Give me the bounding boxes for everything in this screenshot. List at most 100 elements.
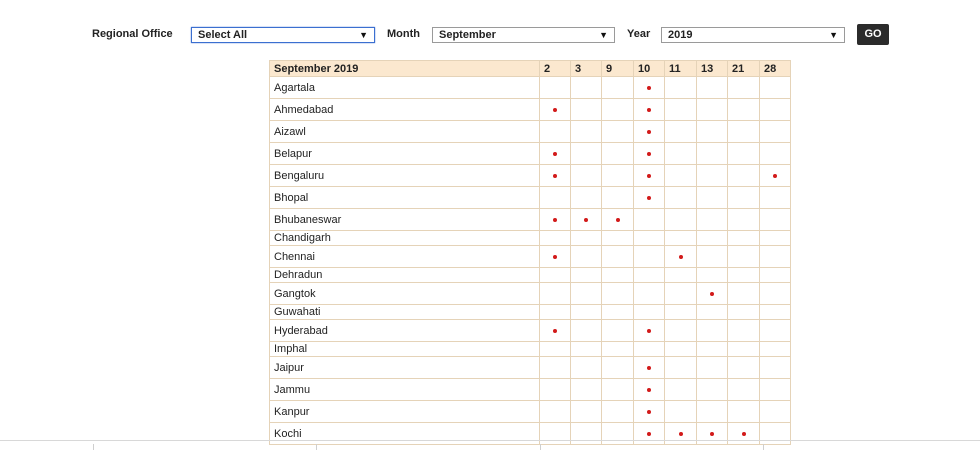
day-cell	[727, 282, 760, 305]
day-cell[interactable]	[633, 378, 665, 401]
event-dot-icon[interactable]	[710, 291, 714, 296]
event-dot-icon[interactable]	[615, 217, 620, 222]
event-dot-icon[interactable]	[553, 217, 557, 222]
day-cell[interactable]	[539, 164, 571, 187]
event-dot-icon[interactable]	[553, 107, 557, 112]
event-dot-icon[interactable]	[647, 173, 651, 178]
day-cell	[539, 120, 571, 143]
event-dot-icon[interactable]	[710, 431, 714, 436]
day-cell	[696, 319, 728, 342]
day-cell[interactable]	[759, 164, 791, 187]
event-dot-icon[interactable]	[647, 195, 651, 200]
event-dot-icon[interactable]	[678, 254, 683, 259]
day-cell[interactable]	[727, 422, 760, 445]
office-name: Jaipur	[269, 356, 540, 379]
office-name: Gangtok	[269, 282, 540, 305]
day-cell[interactable]	[696, 282, 728, 305]
day-cell	[696, 98, 728, 121]
day-cell[interactable]	[633, 164, 665, 187]
day-cell	[601, 282, 634, 305]
day-cell	[727, 319, 760, 342]
go-button[interactable]: GO	[857, 24, 889, 45]
event-dot-icon[interactable]	[647, 107, 651, 112]
calendar-table: September 2019 2 3 9 10 11 13 21 28 Agartala Ahm…	[269, 60, 791, 445]
event-dot-icon[interactable]	[647, 365, 651, 370]
day-cell	[759, 319, 791, 342]
day-cell[interactable]	[539, 142, 571, 165]
day-cell[interactable]	[539, 245, 571, 268]
event-dot-icon[interactable]	[553, 151, 557, 156]
event-dot-icon[interactable]	[647, 85, 651, 90]
month-select[interactable]: September ▼	[432, 27, 615, 43]
day-cell[interactable]	[633, 142, 665, 165]
office-name: Jammu	[269, 378, 540, 401]
day-cell	[570, 245, 602, 268]
day-cell[interactable]	[633, 319, 665, 342]
office-name: Bhubaneswar	[269, 208, 540, 231]
event-dot-icon[interactable]	[678, 431, 683, 436]
day-cell	[633, 267, 665, 283]
regional-office-select[interactable]: Select All ▼	[191, 27, 375, 43]
chevron-down-icon: ▼	[829, 30, 838, 40]
day-cell	[601, 245, 634, 268]
day-cell	[601, 230, 634, 246]
day-cell	[759, 230, 791, 246]
day-cell[interactable]	[633, 422, 665, 445]
year-select[interactable]: 2019 ▼	[661, 27, 845, 43]
office-name: Kanpur	[269, 400, 540, 423]
event-dot-icon[interactable]	[553, 173, 557, 178]
day-cell[interactable]	[633, 400, 665, 423]
event-dot-icon[interactable]	[647, 328, 651, 333]
day-cell[interactable]	[696, 422, 728, 445]
day-cell[interactable]	[539, 319, 571, 342]
day-cell[interactable]	[570, 208, 602, 231]
event-dot-icon[interactable]	[647, 409, 651, 414]
table-row: Kochi	[269, 422, 791, 445]
day-cell	[759, 304, 791, 320]
event-dot-icon[interactable]	[647, 129, 651, 134]
day-cell	[601, 267, 634, 283]
day-cell	[664, 304, 697, 320]
day-cell	[601, 142, 634, 165]
day-cell[interactable]	[539, 208, 571, 231]
day-cell	[664, 76, 697, 99]
table-row: Imphal	[269, 341, 791, 357]
day-cell[interactable]	[601, 208, 634, 231]
month-year-header: September 2019	[269, 60, 540, 77]
day-cell	[696, 245, 728, 268]
day-cell	[570, 356, 602, 379]
day-cell	[539, 267, 571, 283]
day-cell[interactable]	[664, 422, 697, 445]
office-name: Kochi	[269, 422, 540, 445]
table-row: Belapur	[269, 142, 791, 165]
event-dot-icon[interactable]	[553, 328, 557, 333]
day-cell	[664, 98, 697, 121]
day-cell[interactable]	[539, 98, 571, 121]
event-dot-icon[interactable]	[553, 254, 557, 259]
day-cell	[664, 400, 697, 423]
day-cell	[727, 230, 760, 246]
event-dot-icon[interactable]	[647, 387, 651, 392]
year-value: 2019	[668, 29, 693, 41]
day-cell	[664, 356, 697, 379]
day-cell[interactable]	[633, 120, 665, 143]
event-dot-icon[interactable]	[647, 151, 651, 156]
day-cell	[539, 356, 571, 379]
day-cell[interactable]	[633, 98, 665, 121]
day-cell	[727, 76, 760, 99]
day-cell[interactable]	[633, 186, 665, 209]
day-cell[interactable]	[633, 356, 665, 379]
day-cell[interactable]	[664, 245, 697, 268]
day-cell[interactable]	[633, 76, 665, 99]
table-row: Bhopal	[269, 186, 791, 209]
table-header-row: September 2019 2 3 9 10 11 13 21 28	[269, 60, 791, 77]
day-cell	[601, 120, 634, 143]
event-dot-icon[interactable]	[773, 173, 777, 178]
year-label: Year	[627, 28, 651, 40]
day-cell	[601, 164, 634, 187]
event-dot-icon[interactable]	[584, 217, 588, 222]
day-header: 2	[539, 60, 571, 77]
event-dot-icon[interactable]	[741, 431, 746, 436]
month-label: Month	[387, 28, 420, 40]
event-dot-icon[interactable]	[647, 431, 651, 436]
